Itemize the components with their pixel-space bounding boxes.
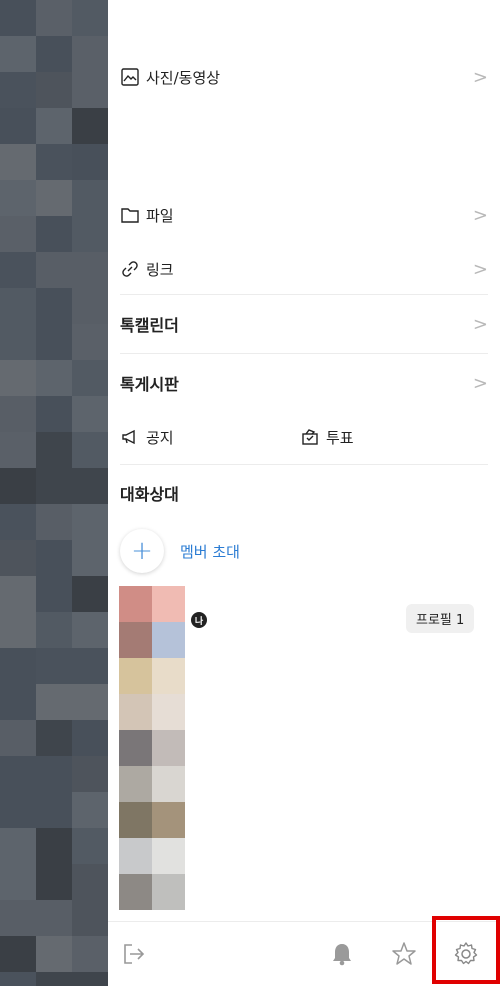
star-icon[interactable] <box>390 940 418 968</box>
invite-member-button[interactable]: + 멤버 초대 <box>120 529 240 573</box>
talk-calendar-label: 톡캘린더 <box>120 316 179 335</box>
invite-member-label: 멤버 초대 <box>180 542 240 561</box>
settings-highlight-box <box>432 916 500 984</box>
notice-label: 공지 <box>146 428 174 447</box>
blurred-chat-background <box>0 0 108 986</box>
member-avatar[interactable] <box>119 586 185 916</box>
vote-label: 투표 <box>326 428 354 447</box>
profile-badge[interactable]: 프로필 1 <box>406 604 475 633</box>
folder-icon <box>120 205 140 225</box>
photos-videos-label: 사진/동영상 <box>146 68 221 87</box>
me-badge: 나 <box>191 612 207 628</box>
talk-board-item[interactable]: 톡게시판 > <box>120 369 488 397</box>
divider <box>120 294 488 295</box>
notice-item[interactable]: 공지 <box>120 423 260 451</box>
photos-videos-item[interactable]: 사진/동영상 > <box>120 63 488 91</box>
link-icon <box>120 259 140 279</box>
chevron-right-icon: > <box>472 66 488 88</box>
chatroom-drawer: 사진/동영상 > 파일 > 링크 > 톡캘린더 > 톡게시판 > 공지 투표 대… <box>108 0 500 986</box>
drawer-bottom-bar <box>108 916 500 986</box>
exit-icon[interactable] <box>120 940 148 968</box>
vote-item[interactable]: 투표 <box>300 423 440 451</box>
links-item[interactable]: 링크 > <box>120 255 488 283</box>
chevron-right-icon: > <box>472 258 488 280</box>
image-icon <box>120 67 140 87</box>
chevron-right-icon: > <box>472 372 488 394</box>
bell-icon[interactable] <box>328 940 356 968</box>
talk-board-label: 톡게시판 <box>120 375 179 394</box>
members-section-title: 대화상대 <box>120 485 179 504</box>
links-label: 링크 <box>146 260 174 279</box>
divider <box>120 464 488 465</box>
files-item[interactable]: 파일 > <box>120 201 488 229</box>
chevron-right-icon: > <box>472 204 488 226</box>
files-label: 파일 <box>146 206 174 225</box>
divider <box>120 353 488 354</box>
plus-icon: + <box>120 529 164 573</box>
ballot-box-icon <box>300 427 320 447</box>
chevron-right-icon: > <box>472 313 488 335</box>
talk-calendar-item[interactable]: 톡캘린더 > <box>120 310 488 338</box>
members-section-header: 대화상대 <box>120 479 488 507</box>
megaphone-icon <box>120 427 140 447</box>
